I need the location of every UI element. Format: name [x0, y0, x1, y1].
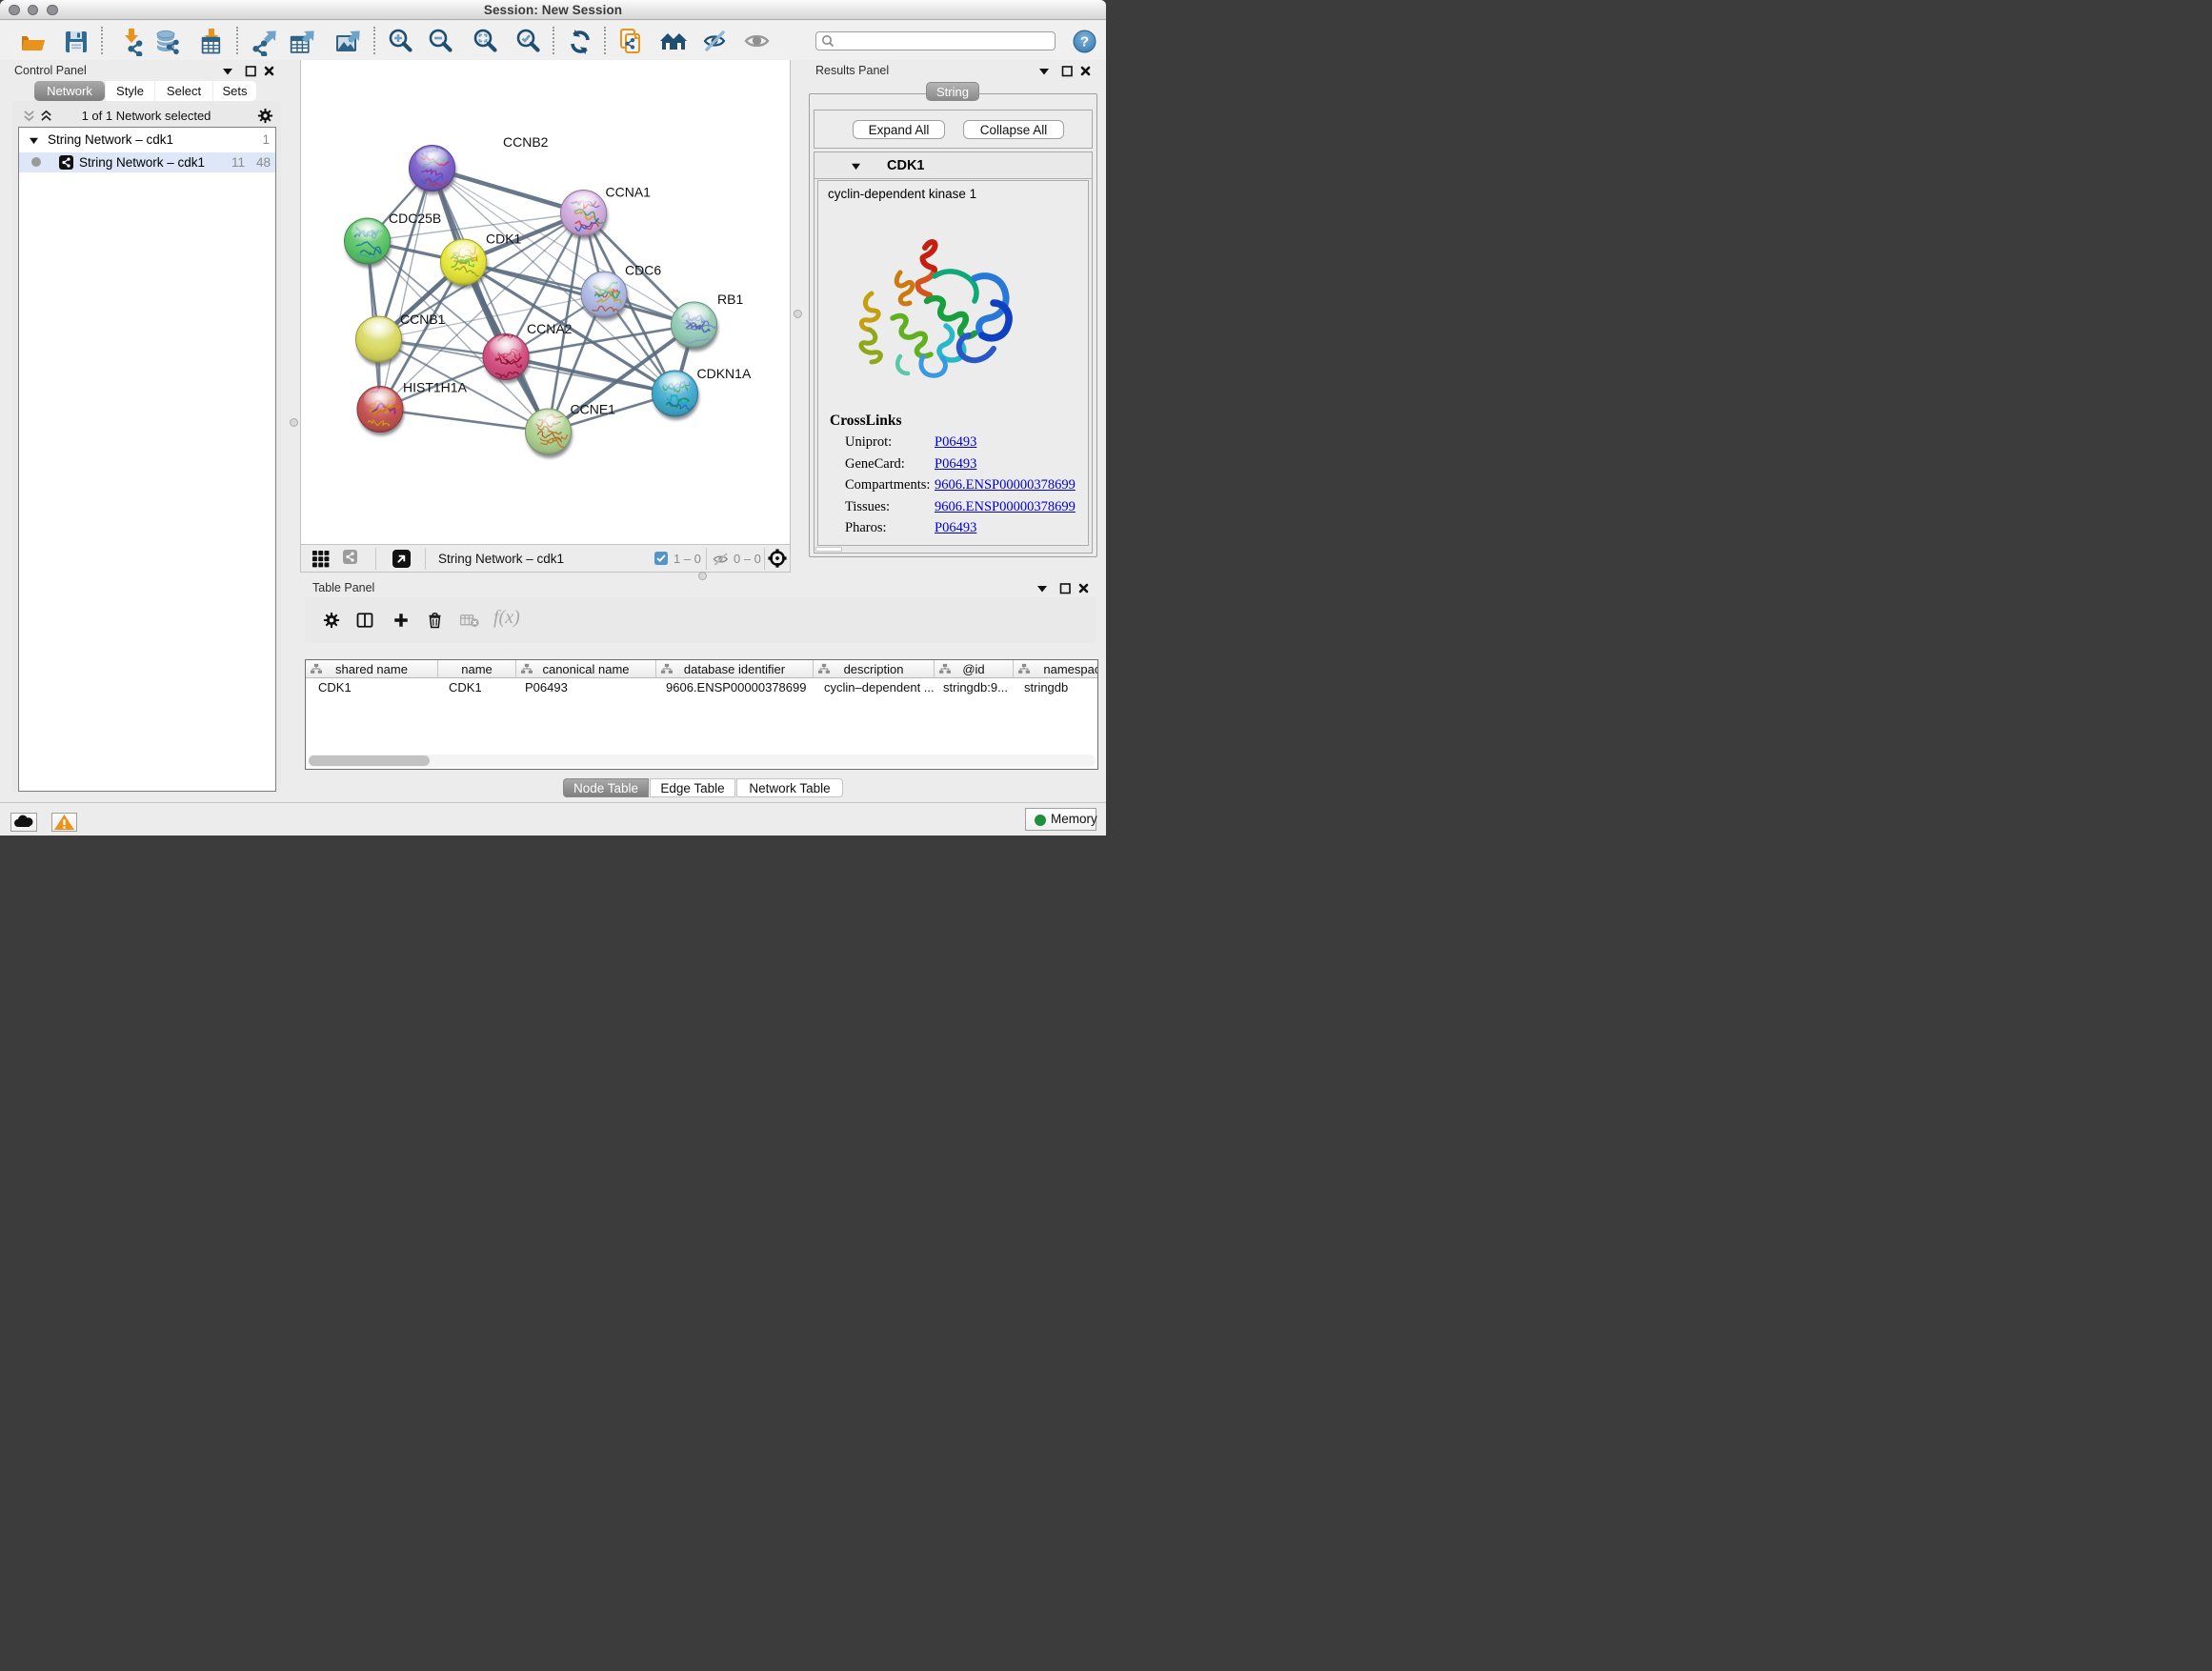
svg-text:CDC6: CDC6 — [625, 263, 661, 278]
svg-text:CDK1: CDK1 — [486, 232, 522, 247]
svg-text:CDC25B: CDC25B — [389, 211, 441, 226]
svg-text:CCNB2: CCNB2 — [503, 134, 549, 150]
svg-text:CCNA2: CCNA2 — [527, 321, 573, 336]
svg-text:CCNA1: CCNA1 — [606, 185, 652, 200]
svg-text:RB1: RB1 — [717, 292, 743, 307]
svg-text:CCNB1: CCNB1 — [400, 312, 446, 327]
svg-text:CDKN1A: CDKN1A — [697, 366, 752, 381]
svg-text:HIST1H1A: HIST1H1A — [403, 380, 468, 395]
svg-text:?: ? — [1080, 34, 1089, 50]
svg-text:CCNE1: CCNE1 — [571, 402, 616, 417]
